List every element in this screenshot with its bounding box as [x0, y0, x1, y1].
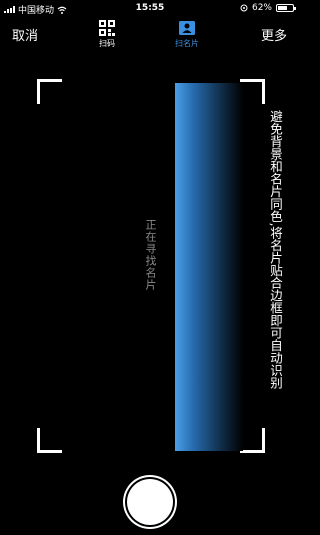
card-scanner-screen: 中国移动 15:55 62% 取消 扫码 扫名片 更多 正在寻找名片 避免背景和…	[0, 0, 300, 535]
scan-frame-corner-bottom-left	[37, 428, 62, 453]
scan-frame-corner-top-left	[37, 79, 62, 104]
scan-hint-text: 避免背景和名片同色,将名片贴合边框即可自动识别	[268, 110, 283, 389]
business-card-icon	[179, 21, 195, 35]
tab-scan-card-label: 扫名片	[175, 39, 199, 48]
status-right: 62%	[240, 3, 296, 13]
more-button[interactable]: 更多	[261, 25, 287, 44]
tab-scan-code[interactable]: 扫码	[87, 19, 127, 49]
scan-frame-corner-top-right	[240, 79, 265, 104]
scan-frame-corner-bottom-right	[240, 428, 265, 453]
scan-status-text: 正在寻找名片	[144, 219, 157, 291]
battery-icon	[276, 4, 296, 12]
shutter-button[interactable]	[127, 479, 173, 525]
battery-level	[278, 6, 287, 10]
cancel-button[interactable]: 取消	[12, 25, 38, 44]
location-icon	[240, 4, 248, 12]
top-bar: 取消 扫码 扫名片 更多	[0, 16, 300, 56]
status-bar: 中国移动 15:55 62%	[0, 0, 300, 16]
qr-code-icon	[99, 20, 115, 36]
scan-beam	[175, 83, 243, 451]
tab-scan-code-label: 扫码	[99, 39, 115, 48]
tab-scan-card[interactable]: 扫名片	[167, 19, 207, 49]
battery-percent: 62%	[251, 3, 272, 13]
